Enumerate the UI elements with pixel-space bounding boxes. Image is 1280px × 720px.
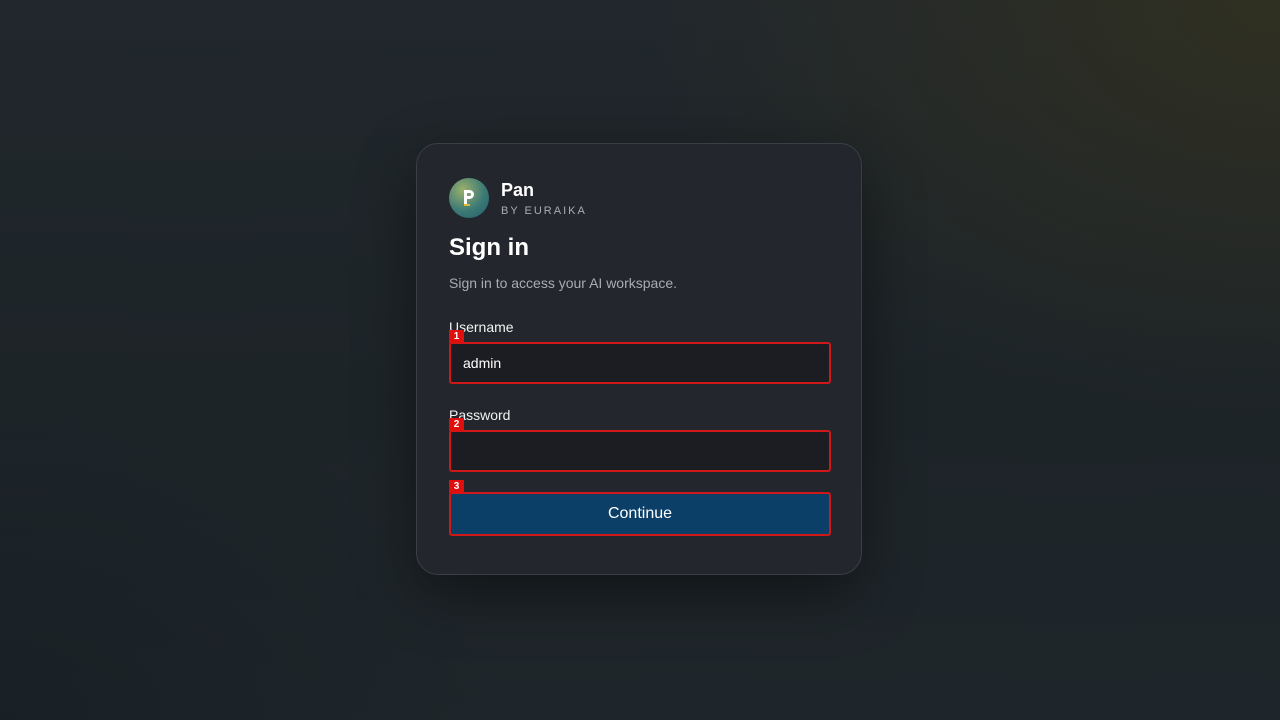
- page-title: Sign in: [449, 234, 529, 261]
- sign-in-card: Pan BY EURAIKA Sign in Sign in to access…: [416, 143, 862, 575]
- pan-logo-icon: [449, 178, 489, 218]
- brand-subtitle: BY EURAIKA: [501, 204, 587, 217]
- brand-text: Pan BY EURAIKA: [501, 179, 587, 218]
- element-marker-2: 2: [449, 418, 464, 431]
- brand-name: Pan: [501, 179, 535, 200]
- element-marker-1: 1: [449, 330, 464, 343]
- password-input[interactable]: [449, 430, 831, 472]
- username-input[interactable]: [449, 342, 831, 384]
- page-subtitle: Sign in to access your AI workspace.: [449, 275, 677, 291]
- brand-header: Pan BY EURAIKA: [449, 178, 587, 218]
- element-marker-3: 3: [449, 480, 464, 493]
- continue-button[interactable]: Continue: [449, 492, 831, 536]
